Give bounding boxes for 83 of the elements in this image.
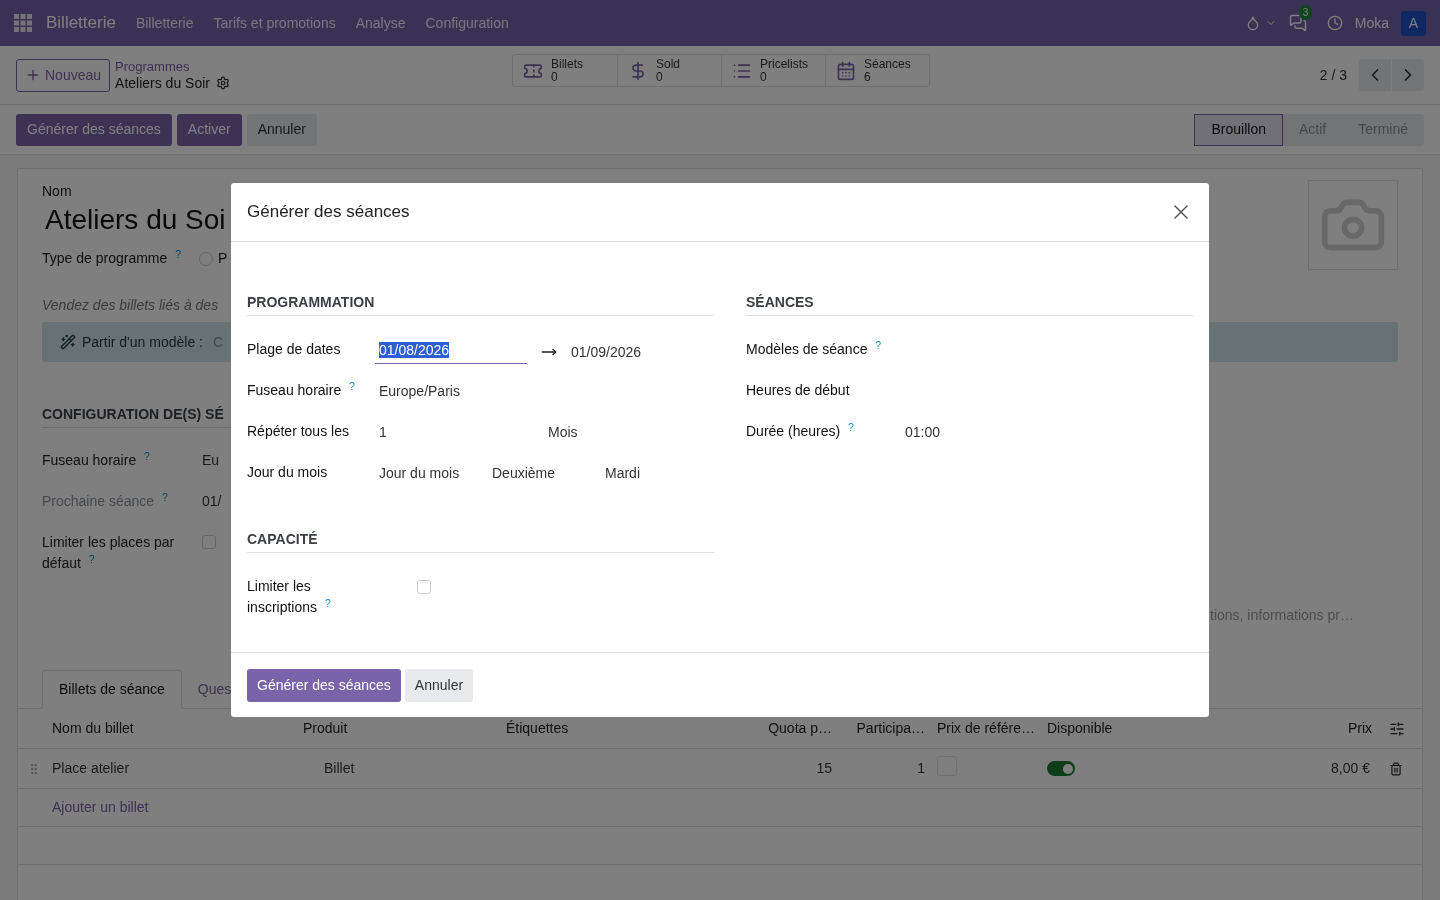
column-header[interactable]: Prix — [1135, 718, 1372, 739]
field-label: Jour du mois — [247, 464, 328, 480]
calendar-icon — [836, 60, 856, 81]
table-cell-text: Billet — [323, 759, 356, 778]
field-label: Limiter les places par défaut $^{?}$ — [42, 534, 175, 571]
dialog-title: Générer des séances — [247, 201, 410, 224]
table-cell-text: 8,00 € — [1330, 759, 1370, 778]
pager-value: 2 / 3 — [1319, 65, 1347, 85]
column-settings-icon[interactable] — [1389, 720, 1405, 737]
field-value[interactable]: Jour du mois — [375, 463, 488, 484]
field-label: Plage de dates — [247, 341, 341, 357]
column-header[interactable]: Nom du billet — [18, 718, 290, 739]
table-cell-text: Place atelier — [52, 759, 131, 778]
field-value[interactable]: 1 — [375, 422, 544, 443]
field-label: Répéter tous les — [247, 423, 349, 439]
stat-button[interactable]: Séances 6 — [825, 55, 929, 86]
column-header[interactable]: Disponible — [1035, 718, 1135, 739]
radio-label[interactable]: P — [218, 248, 228, 269]
column-header[interactable]: Participa… — [832, 718, 925, 739]
template-label: Partir d'un modèle : — [82, 332, 203, 352]
clock-icon[interactable] — [1326, 15, 1343, 31]
field-label: Heures de début — [746, 382, 850, 398]
field-label: Prochaine séance $^{?}$ — [42, 493, 168, 509]
section-heading: SÉANCES — [746, 292, 1193, 316]
description-text: Vendez des billets liés à des — [42, 296, 219, 315]
field-value[interactable]: Europe/Paris — [375, 383, 464, 399]
tab[interactable]: Ques — [181, 670, 248, 709]
column-header[interactable]: Produit — [290, 718, 493, 739]
field-value[interactable]: Mois — [544, 422, 713, 443]
next-button[interactable] — [1392, 59, 1424, 91]
checkbox[interactable] — [202, 535, 216, 549]
field-value[interactable]: 01:00 — [901, 424, 945, 440]
field-label: Fuseau horaire $^{?}$ — [42, 452, 150, 468]
table-cell-text: 15 — [815, 759, 832, 778]
action-button[interactable]: Générer des séances — [16, 113, 172, 146]
previous-button[interactable] — [1359, 59, 1391, 91]
status-step[interactable]: Brouillon — [1194, 113, 1283, 146]
section-heading: PROGRAMMATION — [247, 292, 714, 316]
field-label: Durée (heures) $^{?}$ — [746, 423, 854, 439]
table-cell-text: 1 — [916, 759, 925, 778]
stat-button[interactable]: Billets 0 — [513, 55, 617, 86]
action-button[interactable]: Annuler — [246, 113, 317, 146]
message-count: 3 — [1298, 5, 1313, 20]
dialog-button[interactable]: Annuler — [404, 668, 474, 702]
settings-icon[interactable] — [216, 76, 230, 90]
field-label: Limiter les inscriptions $^{?}$ — [247, 578, 331, 615]
field-value[interactable]: 01/ — [202, 491, 222, 512]
field-value[interactable]: Deuxième — [488, 463, 601, 484]
app-name[interactable]: Billetterie — [46, 10, 116, 36]
breadcrumb-link[interactable]: Programmes — [115, 59, 230, 75]
field-value[interactable]: Eu — [202, 450, 220, 471]
action-button[interactable]: Activer — [176, 113, 242, 146]
record-title: Ateliers du Soir — [115, 75, 210, 91]
stat-button[interactable]: Sold 0 — [617, 55, 721, 86]
chat-icon[interactable] — [1288, 14, 1307, 32]
column-header[interactable]: Quota p… — [723, 718, 832, 739]
stat-button[interactable]: Pricelists 0 — [721, 55, 825, 86]
date-field[interactable]: 01/08/2026 — [375, 340, 527, 364]
wand-icon — [60, 334, 76, 350]
field-label: Fuseau horaire $^{?}$ — [247, 382, 355, 398]
tab[interactable]: Billets de séance — [42, 670, 182, 709]
menu-item[interactable]: Analyse — [355, 12, 406, 34]
new-button[interactable]: Nouveau — [16, 58, 111, 92]
user-avatar[interactable]: A — [1401, 10, 1426, 36]
field-label: Modèles de séance $^{?}$ — [746, 341, 882, 357]
section-heading: CAPACITÉ — [247, 529, 714, 553]
user-name[interactable]: Moka — [1354, 12, 1389, 34]
checkbox[interactable] — [417, 580, 431, 594]
field-label: Nom — [42, 182, 73, 201]
apps-icon[interactable] — [14, 14, 32, 32]
trash-icon[interactable] — [1389, 761, 1403, 776]
field-label: Type de programme $^{?}$ — [42, 248, 181, 268]
column-header[interactable]: Prix de référe… — [925, 718, 1035, 739]
column-header[interactable]: Étiquettes — [493, 718, 723, 739]
date-field[interactable]: 01/09/2026 — [571, 341, 642, 363]
add-line-link[interactable]: Ajouter un billet — [52, 797, 149, 818]
plus-icon — [25, 67, 41, 83]
menu-item[interactable]: Configuration — [425, 12, 509, 34]
field-value[interactable]: Mardi — [601, 463, 714, 484]
toggle-switch[interactable] — [1047, 761, 1075, 776]
dialog-button[interactable]: Générer des séances — [247, 668, 401, 702]
menu-item[interactable]: Tarifs et promotions — [213, 12, 336, 34]
menu-item[interactable]: Billetterie — [135, 12, 194, 34]
